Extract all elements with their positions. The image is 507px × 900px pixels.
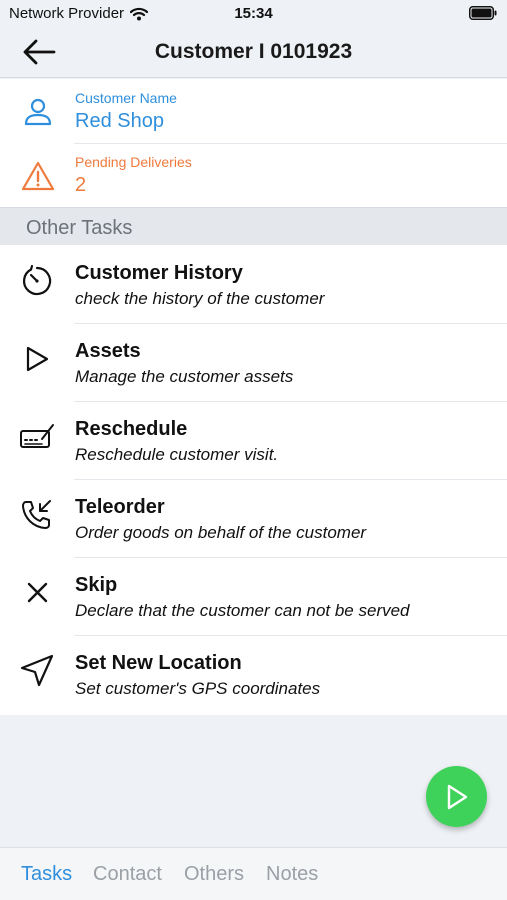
task-title: Skip [75, 574, 118, 596]
customer-info: Customer Name Red Shop Pending Deliverie… [0, 79, 507, 208]
task-customer-history[interactable]: Customer History check the history of th… [0, 245, 507, 323]
play-outline-icon [26, 346, 49, 372]
task-subtitle: Set customer's GPS coordinates [75, 679, 321, 698]
task-reschedule[interactable]: Reschedule Reschedule customer visit. [0, 401, 507, 479]
battery-icon [469, 6, 497, 20]
phone-incoming-icon [22, 500, 51, 529]
clock: 15:34 [234, 5, 273, 22]
task-subtitle: Declare that the customer can not be ser… [75, 601, 410, 620]
user-icon [24, 98, 52, 126]
task-subtitle: Reschedule customer visit. [75, 445, 279, 464]
task-subtitle: Order goods on behalf of the customer [75, 523, 367, 542]
tab-others[interactable]: Others [184, 863, 244, 886]
customer-name-label: Customer Name [75, 90, 177, 106]
task-title: Customer History [75, 262, 243, 284]
navigation-arrow-icon [20, 654, 54, 687]
section-header: Other Tasks [0, 208, 507, 245]
pending-deliveries-row: Pending Deliveries 2 [0, 143, 507, 207]
warning-icon [21, 161, 55, 191]
task-assets[interactable]: Assets Manage the customer assets [0, 323, 507, 401]
task-title: Set New Location [75, 652, 242, 674]
tab-notes[interactable]: Notes [266, 863, 318, 886]
tab-contact[interactable]: Contact [93, 863, 162, 886]
task-skip[interactable]: Skip Declare that the customer can not b… [0, 557, 507, 635]
task-title: Teleorder [75, 496, 165, 518]
task-set-new-location[interactable]: Set New Location Set customer's GPS coor… [0, 635, 507, 713]
status-bar: Network Provider 15:34 [0, 0, 507, 26]
reschedule-signature-icon [20, 424, 54, 448]
task-subtitle: check the history of the customer [75, 289, 325, 308]
pending-deliveries-label: Pending Deliveries [75, 154, 192, 170]
section-title: Other Tasks [26, 217, 133, 239]
play-icon [447, 784, 467, 809]
task-title: Assets [75, 340, 141, 362]
task-list: Customer History check the history of th… [0, 245, 507, 715]
navigation-bar: Customer I 0101923 [0, 26, 507, 78]
close-x-icon [27, 582, 48, 603]
customer-name-row: Customer Name Red Shop [0, 79, 507, 143]
task-title: Reschedule [75, 418, 188, 440]
customer-name-value: Red Shop [75, 110, 164, 132]
tab-tasks[interactable]: Tasks [21, 863, 72, 886]
pending-deliveries-value: 2 [75, 174, 87, 196]
bottom-tab-bar: Tasks Contact Others Notes [0, 847, 507, 900]
task-subtitle: Manage the customer assets [75, 367, 294, 386]
start-visit-fab[interactable] [426, 766, 487, 827]
task-teleorder[interactable]: Teleorder Order goods on behalf of the c… [0, 479, 507, 557]
page-title: Customer I 0101923 [154, 40, 353, 63]
history-timer-icon [22, 264, 52, 296]
